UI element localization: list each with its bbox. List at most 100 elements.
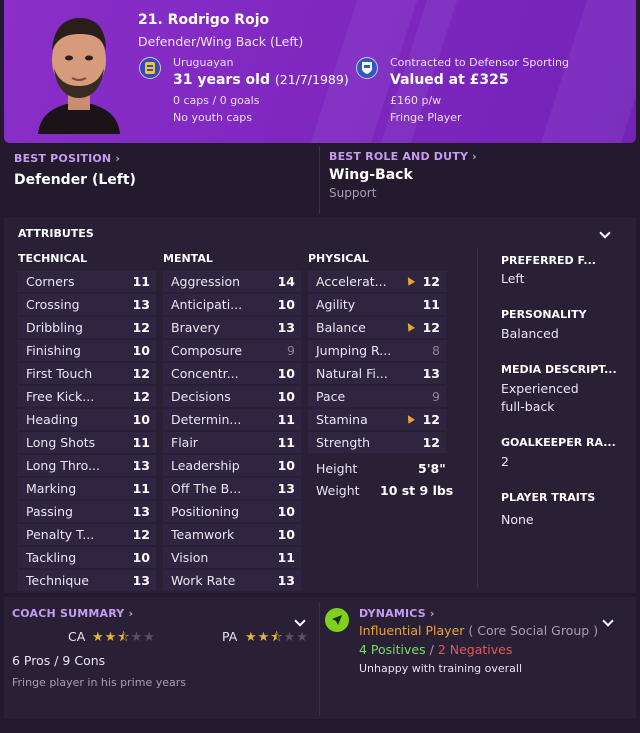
attribute-row[interactable]: Long Shots 11	[18, 432, 156, 453]
attribute-row[interactable]: Long Thro... 13	[18, 455, 156, 476]
attribute-row[interactable]: Passing 13	[18, 501, 156, 522]
personality-label: PERSONALITY	[501, 308, 587, 321]
player-portrait	[38, 18, 120, 134]
contract-club[interactable]: Contracted to Defensor Sporting	[390, 56, 569, 69]
star-icon: ★	[245, 630, 258, 645]
dynamics-pos-neg: 4 Positives / 2 Negatives	[359, 642, 513, 657]
mental-header: MENTAL	[163, 252, 213, 265]
star-icon: ★	[257, 630, 271, 645]
attribute-value: 12	[132, 366, 150, 381]
attribute-name: Work Rate	[171, 573, 236, 588]
attribute-row[interactable]: Agility 11	[308, 294, 446, 315]
attribute-row[interactable]: Dribbling 12	[18, 317, 156, 338]
divider	[319, 602, 320, 716]
attribute-name: Stamina	[316, 412, 368, 427]
attribute-name: Agility	[316, 297, 356, 312]
player-traits-value: None	[501, 512, 534, 527]
star-icon: ★	[104, 630, 118, 645]
attribute-value: 8	[432, 343, 440, 358]
attribute-row[interactable]: Crossing 13	[18, 294, 156, 315]
attribute-row[interactable]: Pace 9	[308, 386, 446, 407]
club-badge-icon[interactable]	[356, 57, 378, 79]
attribute-row[interactable]: Finishing 10	[18, 340, 156, 361]
height-value: 5'8"	[418, 461, 446, 476]
attribute-name: Concentr...	[171, 366, 239, 381]
attribute-value: 13	[422, 366, 440, 381]
attribute-name: Bravery	[171, 320, 220, 335]
player-position: Defender/Wing Back (Left)	[138, 34, 304, 49]
attribute-row[interactable]: Tackling 10	[18, 547, 156, 568]
best-position-link[interactable]: BEST POSITION ›	[14, 152, 120, 165]
best-role-value: Wing-Back	[329, 167, 413, 183]
coach-summary-text: Fringe player in his prime years	[12, 676, 186, 689]
attribute-value: 11	[132, 435, 150, 450]
attribute-row[interactable]: Work Rate 13	[163, 570, 301, 591]
attribute-row[interactable]: Technique 13	[18, 570, 156, 591]
attribute-row[interactable]: Marking 11	[18, 478, 156, 499]
attribute-value: 11	[132, 481, 150, 496]
attribute-row[interactable]: Leadership 10	[163, 455, 301, 476]
attribute-row[interactable]: Bravery 13	[163, 317, 301, 338]
height-label: Height	[316, 461, 358, 476]
ca-stars: ★★⯪★★	[92, 628, 156, 650]
attribute-row[interactable]: Anticipati... 10	[163, 294, 301, 315]
attribute-value: 10	[132, 343, 150, 358]
attribute-row[interactable]: Balance 12 ▲	[308, 317, 446, 338]
media-description-label: MEDIA DESCRIPT...	[501, 363, 617, 376]
attribute-name: Free Kick...	[26, 389, 95, 404]
attribute-row[interactable]: Decisions 10	[163, 386, 301, 407]
attribute-name: Penalty T...	[26, 527, 95, 542]
best-role-link[interactable]: BEST ROLE AND DUTY ›	[329, 150, 477, 163]
attribute-value: 11	[277, 550, 295, 565]
attribute-row[interactable]: Stamina 12 ▲	[308, 409, 446, 430]
attribute-row[interactable]: Determin... 11	[163, 409, 301, 430]
personality-value: Balanced	[501, 326, 559, 341]
attribute-row[interactable]: Aggression 14	[163, 271, 301, 292]
attribute-row[interactable]: Flair 11	[163, 432, 301, 453]
attribute-value: 12	[422, 320, 440, 335]
best-role-duty: Support	[329, 186, 377, 200]
dynamics-link[interactable]: DYNAMICS ›	[359, 607, 435, 620]
attribute-row[interactable]: Strength 12	[308, 432, 446, 453]
star-icon: ★	[296, 630, 309, 645]
attribute-value: 13	[132, 504, 150, 519]
coach-summary-link[interactable]: COACH SUMMARY ›	[12, 607, 133, 620]
attribute-row[interactable]: Teamwork 10	[163, 524, 301, 545]
star-icon: ⯪	[270, 630, 284, 645]
attribute-row[interactable]: Natural Fi... 13	[308, 363, 446, 384]
attribute-row[interactable]: Jumping R... 8	[308, 340, 446, 361]
attribute-value: 11	[277, 412, 295, 427]
attribute-row[interactable]: Free Kick... 12	[18, 386, 156, 407]
attribute-value: 12	[422, 435, 440, 450]
attribute-name: Positioning	[171, 504, 239, 519]
attribute-row[interactable]: Heading 10	[18, 409, 156, 430]
attribute-name: Crossing	[26, 297, 80, 312]
attribute-name: Strength	[316, 435, 371, 450]
attribute-value: 10	[277, 527, 295, 542]
attribute-row[interactable]: Composure 9	[163, 340, 301, 361]
attribute-value: 12	[132, 320, 150, 335]
attribute-row[interactable]: First Touch 12	[18, 363, 156, 384]
caps-goals: 0 caps / 0 goals	[173, 94, 260, 107]
attribute-row[interactable]: Penalty T... 12	[18, 524, 156, 545]
attribute-row[interactable]: Positioning 10	[163, 501, 301, 522]
ca-label: CA	[68, 629, 86, 644]
attribute-name: Leadership	[171, 458, 240, 473]
attribute-value: 13	[277, 481, 295, 496]
attribute-name: Aggression	[171, 274, 241, 289]
improving-arrow-icon: ▲	[404, 319, 417, 334]
uruguay-flag-icon	[139, 57, 161, 79]
dynamics-status[interactable]: Influential Player ( Core Social Group )	[359, 623, 598, 638]
attribute-row[interactable]: Corners 11	[18, 271, 156, 292]
attribute-row[interactable]: Concentr... 10	[163, 363, 301, 384]
attribute-row[interactable]: Vision 11	[163, 547, 301, 568]
attribute-row[interactable]: Accelerat... 12 ▲	[308, 271, 446, 292]
squad-status: Fringe Player	[390, 111, 462, 124]
attribute-name: Accelerat...	[316, 274, 387, 289]
star-icon: ⯪	[117, 630, 131, 645]
attribute-name: First Touch	[26, 366, 93, 381]
attribute-name: Tackling	[26, 550, 77, 565]
attribute-row[interactable]: Off The B... 13	[163, 478, 301, 499]
weight-value: 10 st 9 lbs	[380, 483, 454, 498]
pa-stars: ★★⯪★★	[245, 628, 309, 650]
